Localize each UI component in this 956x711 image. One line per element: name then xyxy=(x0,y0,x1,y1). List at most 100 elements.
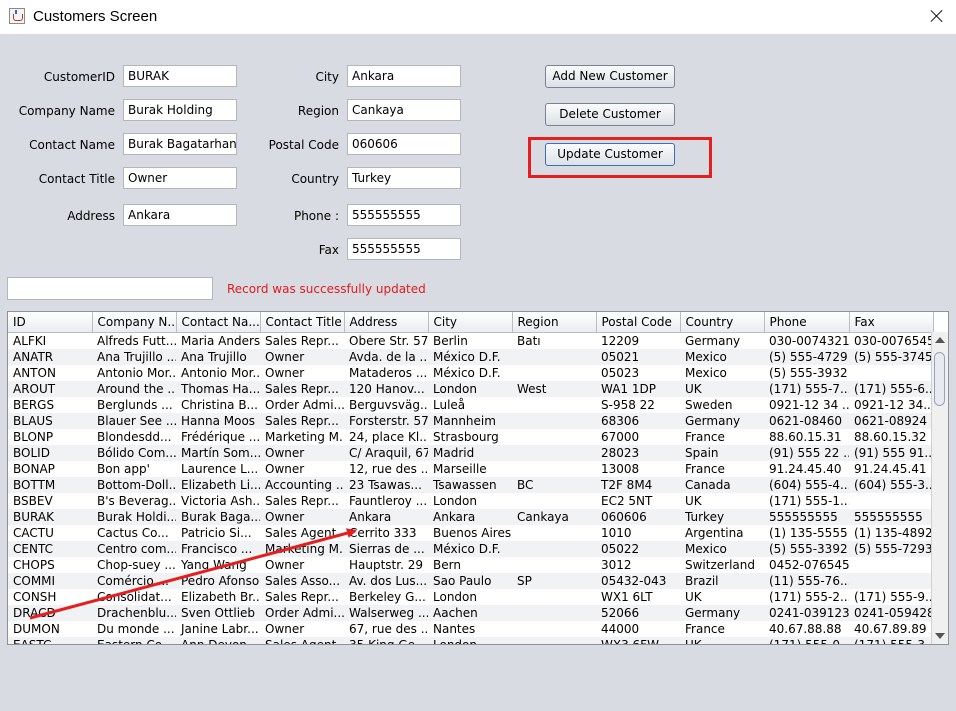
table-cell[interactable]: London xyxy=(428,381,512,397)
table-cell[interactable]: 67000 xyxy=(596,429,680,445)
table-cell[interactable]: (604) 555-4... xyxy=(764,477,849,493)
table-cell[interactable]: Bern xyxy=(428,557,512,573)
table-cell[interactable]: BURAK xyxy=(8,509,92,525)
vertical-scrollbar[interactable] xyxy=(931,332,948,644)
table-cell[interactable] xyxy=(512,413,596,429)
table-cell[interactable]: BOLID xyxy=(8,445,92,461)
table-cell[interactable]: (171) 555-7... xyxy=(764,381,849,397)
table-cell[interactable]: BERGS xyxy=(8,397,92,413)
table-row[interactable]: AROUT Around the ... Thomas Ha... Sales Rep… xyxy=(8,381,933,397)
table-row[interactable]: DRACD Drachenblu... Sven Ottlieb Order Admi… xyxy=(8,605,933,621)
table-cell[interactable]: ALFKI xyxy=(8,333,92,350)
table-cell[interactable]: (171) 555-6... xyxy=(849,381,933,397)
table-cell[interactable]: CHOPS xyxy=(8,557,92,573)
table-cell[interactable]: Janine Labr... xyxy=(176,621,260,637)
table-cell[interactable]: France xyxy=(680,461,764,477)
column-header[interactable]: Postal Code xyxy=(596,312,681,333)
table-cell[interactable]: West xyxy=(512,381,596,397)
table-row[interactable]: BOLID Bólido Com... Martín Som... Owner C/ A… xyxy=(8,445,933,461)
table-cell[interactable]: COMMI xyxy=(8,573,92,589)
table-cell[interactable]: Walserweg ... xyxy=(344,605,428,621)
table-cell[interactable]: France xyxy=(680,429,764,445)
table-row[interactable]: BURAK Burak Holdi... Burak Baga... Owner Ank… xyxy=(8,509,933,525)
table-cell[interactable]: SP xyxy=(512,573,596,589)
table-cell[interactable]: Sales Repr... xyxy=(260,333,344,350)
table-cell[interactable]: Sales Agent xyxy=(260,525,344,541)
table-cell[interactable]: Switzerland xyxy=(680,557,764,573)
table-cell[interactable] xyxy=(849,573,933,589)
table-cell[interactable]: 67, rue des ... xyxy=(344,621,428,637)
table-cell[interactable]: (5) 555-3392 xyxy=(764,541,849,557)
table-cell[interactable]: 3012 xyxy=(596,557,680,573)
table-cell[interactable]: Christina B... xyxy=(176,397,260,413)
table-cell[interactable]: 0621-08460 xyxy=(764,413,849,429)
table-cell[interactable]: (91) 555 22 ... xyxy=(764,445,849,461)
table-cell[interactable]: Owner xyxy=(260,621,344,637)
table-cell[interactable]: Alfreds Futt... xyxy=(92,333,176,350)
table-cell[interactable]: Sao Paulo xyxy=(428,573,512,589)
table-cell[interactable]: CACTU xyxy=(8,525,92,541)
table-cell[interactable]: (171) 555-1... xyxy=(764,493,849,509)
table-cell[interactable]: C/ Araquil, 67 xyxy=(344,445,428,461)
table-cell[interactable]: Forsterstr. 57 xyxy=(344,413,428,429)
table-cell[interactable]: Luleå xyxy=(428,397,512,413)
table-cell[interactable]: (91) 555 91... xyxy=(849,445,933,461)
table-cell[interactable]: (604) 555-3... xyxy=(849,477,933,493)
table-cell[interactable]: Order Admi... xyxy=(260,397,344,413)
table-cell[interactable]: 0241-059428 xyxy=(849,605,933,621)
table-cell[interactable]: Nantes xyxy=(428,621,512,637)
table-cell[interactable]: B's Beverag... xyxy=(92,493,176,509)
table-cell[interactable]: Blondesdd... xyxy=(92,429,176,445)
table-cell[interactable]: 0921-12 34 ... xyxy=(764,397,849,413)
table-cell[interactable]: Mexico xyxy=(680,541,764,557)
table-cell[interactable] xyxy=(512,493,596,509)
column-header[interactable]: Phone xyxy=(764,312,850,333)
table-cell[interactable]: 1010 xyxy=(596,525,680,541)
table-cell[interactable]: Bottom-Doll... xyxy=(92,477,176,493)
table-row[interactable]: EASTC Eastern Co... Ann Devon Sales Agent 35… xyxy=(8,637,933,644)
table-row[interactable]: CONSH Consolidat... Elizabeth Br... Sales R… xyxy=(8,589,933,605)
table-cell[interactable]: Burak Baga... xyxy=(176,509,260,525)
table-cell[interactable]: México D.F. xyxy=(428,365,512,381)
table-cell[interactable]: 0241-039123 xyxy=(764,605,849,621)
table-cell[interactable]: Hauptstr. 29 xyxy=(344,557,428,573)
address-field[interactable]: Ankara xyxy=(123,204,237,226)
table-cell[interactable]: Spain xyxy=(680,445,764,461)
table-cell[interactable]: Germany xyxy=(680,605,764,621)
table-cell[interactable]: Blauer See ... xyxy=(92,413,176,429)
table-cell[interactable]: Marketing M... xyxy=(260,541,344,557)
table-row[interactable]: DUMON Du monde ... Janine Labr... Owner 67, … xyxy=(8,621,933,637)
column-header[interactable]: Fax xyxy=(849,312,934,333)
table-cell[interactable]: 44000 xyxy=(596,621,680,637)
table-cell[interactable]: Drachenblu... xyxy=(92,605,176,621)
table-cell[interactable]: 120 Hanov... xyxy=(344,381,428,397)
table-cell[interactable]: Avda. de la ... xyxy=(344,349,428,365)
table-cell[interactable]: Owner xyxy=(260,445,344,461)
table-cell[interactable]: Laurence L... xyxy=(176,461,260,477)
table-cell[interactable]: UK xyxy=(680,493,764,509)
table-cell[interactable]: Mexico xyxy=(680,365,764,381)
table-cell[interactable]: T2F 8M4 xyxy=(596,477,680,493)
table-cell[interactable]: Ana Trujillo xyxy=(176,349,260,365)
table-row[interactable]: CENTC Centro com... Francisco ... Marketing… xyxy=(8,541,933,557)
table-cell[interactable]: BLAUS xyxy=(8,413,92,429)
table-cell[interactable]: Owner xyxy=(260,461,344,477)
table-cell[interactable]: Sales Agent xyxy=(260,637,344,644)
table-row[interactable]: BLONP Blondesdd... Frédérique ... Marketing… xyxy=(8,429,933,445)
table-cell[interactable]: ANTON xyxy=(8,365,92,381)
table-cell[interactable]: 0621-08924 xyxy=(849,413,933,429)
table-cell[interactable]: Sales Repr... xyxy=(260,589,344,605)
table-row[interactable]: BERGS Berglunds ... Christina B... Order Ad… xyxy=(8,397,933,413)
phone-field[interactable]: 555555555 xyxy=(347,204,461,226)
table-cell[interactable] xyxy=(512,637,596,644)
table-cell[interactable]: Order Admi... xyxy=(260,605,344,621)
table-cell[interactable]: Tsawassen xyxy=(428,477,512,493)
table-cell[interactable]: Mexico xyxy=(680,349,764,365)
table-cell[interactable]: Strasbourg xyxy=(428,429,512,445)
table-cell[interactable]: BONAP xyxy=(8,461,92,477)
table-cell[interactable]: UK xyxy=(680,381,764,397)
table-cell[interactable]: Marseille xyxy=(428,461,512,477)
table-cell[interactable] xyxy=(512,461,596,477)
table-cell[interactable]: Germany xyxy=(680,413,764,429)
city-field[interactable]: Ankara xyxy=(347,65,461,87)
